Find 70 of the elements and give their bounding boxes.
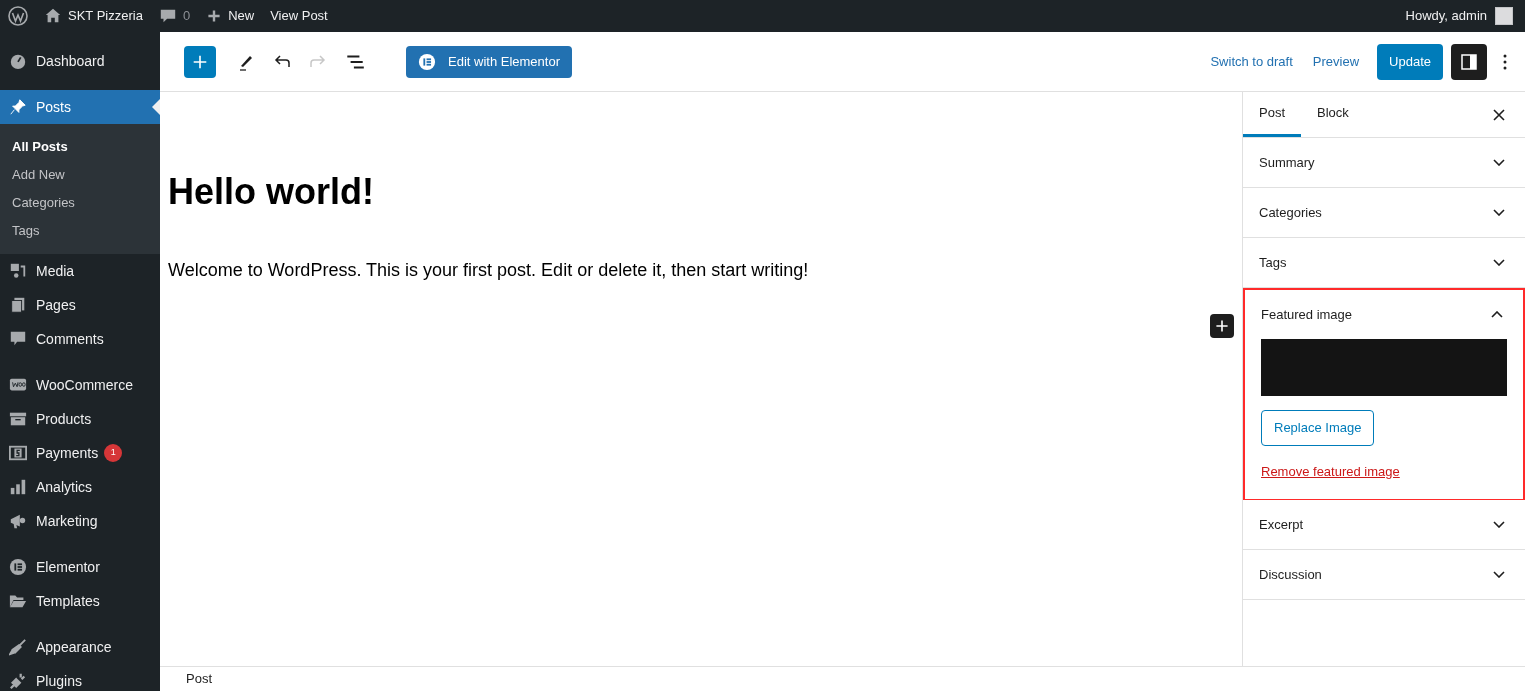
sidebar-menu-item[interactable]: Pages bbox=[0, 288, 160, 322]
menu-pointer-icon bbox=[152, 99, 160, 115]
sidebar-menu-item[interactable]: Marketing bbox=[0, 504, 160, 538]
post-paragraph[interactable]: Welcome to WordPress. This is your first post. Edit or delete it, then start writing! bbox=[168, 257, 1242, 285]
media-icon bbox=[9, 262, 27, 280]
submenu-item[interactable]: Categories bbox=[0, 189, 160, 217]
plug-icon bbox=[9, 672, 27, 690]
sidebar-panel-icon bbox=[1459, 51, 1479, 72]
bar-chart-icon bbox=[9, 478, 27, 496]
panel-header[interactable]: Excerpt bbox=[1243, 500, 1525, 549]
sidebar-menu-item[interactable]: Appearance bbox=[0, 630, 160, 664]
sidebar-menu-item[interactable]: Elementor bbox=[0, 550, 160, 584]
chevron-up-icon bbox=[1491, 311, 1503, 318]
home-icon[interactable] bbox=[44, 7, 62, 25]
sidebar-menu-item[interactable]: WooCommerce bbox=[0, 368, 160, 402]
archive-box-icon bbox=[9, 410, 27, 428]
wordpress-logo-icon[interactable] bbox=[8, 6, 28, 26]
sidebar-menu-item[interactable]: Media bbox=[0, 254, 160, 288]
sidebar-menu-item[interactable]: Products bbox=[0, 402, 160, 436]
settings-tab[interactable]: Post bbox=[1243, 92, 1301, 137]
preview-button[interactable]: Preview bbox=[1312, 51, 1360, 72]
plus-icon bbox=[1214, 318, 1230, 334]
dollar-note-icon bbox=[9, 444, 27, 462]
panel-header[interactable]: Categories bbox=[1243, 188, 1525, 237]
post-title[interactable]: Hello world! bbox=[168, 170, 1242, 214]
submenu-item[interactable]: Add New bbox=[0, 161, 160, 189]
settings-tab[interactable]: Block bbox=[1301, 92, 1365, 137]
pushpin-icon bbox=[9, 98, 27, 116]
elementor-logo-icon bbox=[418, 52, 436, 71]
greeting-link[interactable]: Howdy, admin bbox=[1405, 6, 1487, 26]
panel-header[interactable]: Tags bbox=[1243, 238, 1525, 287]
chevron-down-icon bbox=[1493, 209, 1505, 216]
switch-to-draft-button[interactable]: Switch to draft bbox=[1210, 51, 1293, 72]
site-name-link[interactable]: SKT Pizzeria bbox=[68, 6, 143, 26]
chevron-down-icon bbox=[1493, 521, 1505, 528]
sidebar-menu-item[interactable]: Dashboard bbox=[0, 44, 160, 78]
submenu-item[interactable]: Tags bbox=[0, 217, 160, 245]
remove-featured-image-link[interactable]: Remove featured image bbox=[1261, 464, 1400, 479]
inserter-button[interactable] bbox=[1210, 314, 1234, 338]
plus-icon[interactable] bbox=[206, 8, 223, 24]
megaphone-icon bbox=[9, 512, 27, 530]
sidebar-menu-item[interactable]: Plugins bbox=[0, 664, 160, 691]
settings-toggle-button[interactable] bbox=[1451, 43, 1487, 80]
sidebar-menu-item[interactable]: Comments bbox=[0, 322, 160, 356]
chevron-down-icon bbox=[1493, 571, 1505, 578]
update-button[interactable]: Update bbox=[1377, 43, 1443, 80]
edit-with-elementor-button[interactable]: Edit with Elementor bbox=[406, 45, 572, 78]
comment-bubble-icon bbox=[9, 330, 27, 348]
sidebar-menu-item[interactable]: Payments 1 bbox=[0, 436, 160, 470]
sidebar-menu-item[interactable]: Posts bbox=[0, 90, 160, 124]
sidebar-menu-item[interactable]: Templates bbox=[0, 584, 160, 618]
sidebar-menu-item[interactable]: Analytics bbox=[0, 470, 160, 504]
elementor-logo-icon bbox=[9, 558, 27, 576]
replace-image-button[interactable]: Replace Image bbox=[1261, 410, 1375, 446]
submenu-item[interactable]: All Posts bbox=[0, 133, 160, 161]
panel-header[interactable]: Featured image bbox=[1245, 290, 1523, 339]
avatar-placeholder bbox=[1495, 7, 1513, 25]
breadcrumb-link[interactable]: Post bbox=[186, 669, 212, 689]
comment-count[interactable]: 0 bbox=[182, 6, 191, 26]
notification-badge: 1 bbox=[104, 444, 123, 462]
pages-icon bbox=[9, 296, 27, 314]
dashboard-gauge-icon bbox=[9, 52, 27, 70]
add-block-button[interactable] bbox=[184, 45, 216, 78]
paintbrush-icon bbox=[9, 638, 27, 656]
panel-header[interactable]: Discussion bbox=[1243, 550, 1525, 599]
view-post-link[interactable]: View Post bbox=[270, 6, 328, 26]
chevron-down-icon bbox=[1493, 159, 1505, 166]
new-link[interactable]: New bbox=[228, 6, 255, 26]
panel-header[interactable]: Summary bbox=[1243, 138, 1525, 187]
chevron-down-icon bbox=[1493, 259, 1505, 266]
